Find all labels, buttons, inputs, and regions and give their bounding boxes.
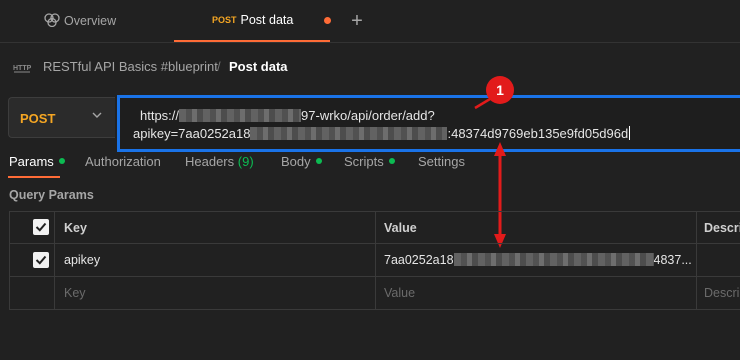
param-value-suffix: 4837... (653, 253, 692, 267)
new-description-input[interactable]: Descri (704, 286, 739, 300)
tab-overview-label: Overview (64, 14, 117, 28)
url-text-line1: https:// 97-wrko/api/order/add? (140, 108, 435, 123)
url-line2-suffix: :48374d9769eb135e9fd05d96d (447, 126, 629, 141)
annotation-badge: 1 (486, 76, 514, 104)
tab-headers-label: Headers (185, 154, 235, 169)
breadcrumb-separator: / (217, 59, 221, 74)
table-col-divider (54, 211, 55, 309)
text-caret (629, 126, 631, 140)
select-all-checkbox[interactable] (33, 219, 49, 235)
breadcrumb-current[interactable]: Post data (229, 59, 288, 74)
new-key-input[interactable]: Key (64, 286, 86, 300)
params-dot-icon (58, 158, 65, 164)
headers-count: (9) (237, 154, 254, 169)
tab-post-data[interactable]: POST Post data (174, 0, 330, 42)
url-line1-suffix: 97-wrko/api/order/add? (301, 108, 435, 123)
checkmark-icon (35, 255, 47, 265)
url-text-line2: apikey=7aa0252a18 :48374d9769eb135e9fd05d… (133, 126, 631, 141)
redacted-host (179, 109, 302, 122)
url-input[interactable] (117, 95, 740, 152)
redacted-key (250, 127, 448, 140)
body-dot-icon (315, 158, 322, 164)
redacted-value (453, 253, 654, 266)
tab-params-label: Params (9, 154, 54, 169)
url-line1-prefix: https:// (140, 108, 180, 123)
tab-settings[interactable]: Settings (418, 154, 465, 169)
new-value-input[interactable]: Value (384, 286, 415, 300)
row-checkbox[interactable] (33, 252, 49, 268)
overview-icon (44, 13, 60, 27)
tab-title: Post data (240, 13, 294, 27)
column-header-description: Descri (704, 221, 740, 235)
unsaved-indicator (324, 17, 331, 24)
chevron-down-icon (92, 110, 102, 123)
method-label: POST (20, 111, 56, 126)
tab-authorization[interactable]: Authorization (85, 154, 161, 169)
breadcrumb-collection[interactable]: RESTful API Basics #blueprint (43, 59, 218, 74)
checkmark-icon (35, 222, 47, 232)
url-line2-prefix: apikey=7aa0252a18 (133, 126, 251, 141)
active-tab-underline (8, 176, 60, 178)
new-tab-button[interactable]: + (346, 10, 368, 32)
tab-scripts[interactable]: Scripts (344, 154, 395, 169)
column-header-key: Key (64, 221, 87, 235)
svg-text:HTTP: HTTP (13, 65, 32, 72)
tab-params[interactable]: Params (9, 154, 65, 169)
table-divider (9, 309, 740, 310)
tab-headers[interactable]: Headers (9) (185, 154, 254, 169)
table-col-divider (696, 211, 697, 309)
tab-overview[interactable]: Overview (0, 0, 172, 42)
query-params-title: Query Params (9, 188, 94, 202)
param-key-cell[interactable]: apikey (64, 253, 100, 267)
tab-scripts-label: Scripts (344, 154, 384, 169)
param-value-prefix: 7aa0252a18 (384, 253, 454, 267)
tab-body[interactable]: Body (281, 154, 322, 169)
table-col-divider (375, 211, 376, 309)
param-value-cell[interactable]: 7aa0252a18 4837... (384, 253, 692, 267)
http-icon: HTTP (13, 65, 32, 73)
column-header-value: Value (384, 221, 417, 235)
scripts-dot-icon (388, 158, 395, 164)
tab-body-label: Body (281, 154, 311, 169)
tab-method-label: POST (212, 15, 237, 25)
